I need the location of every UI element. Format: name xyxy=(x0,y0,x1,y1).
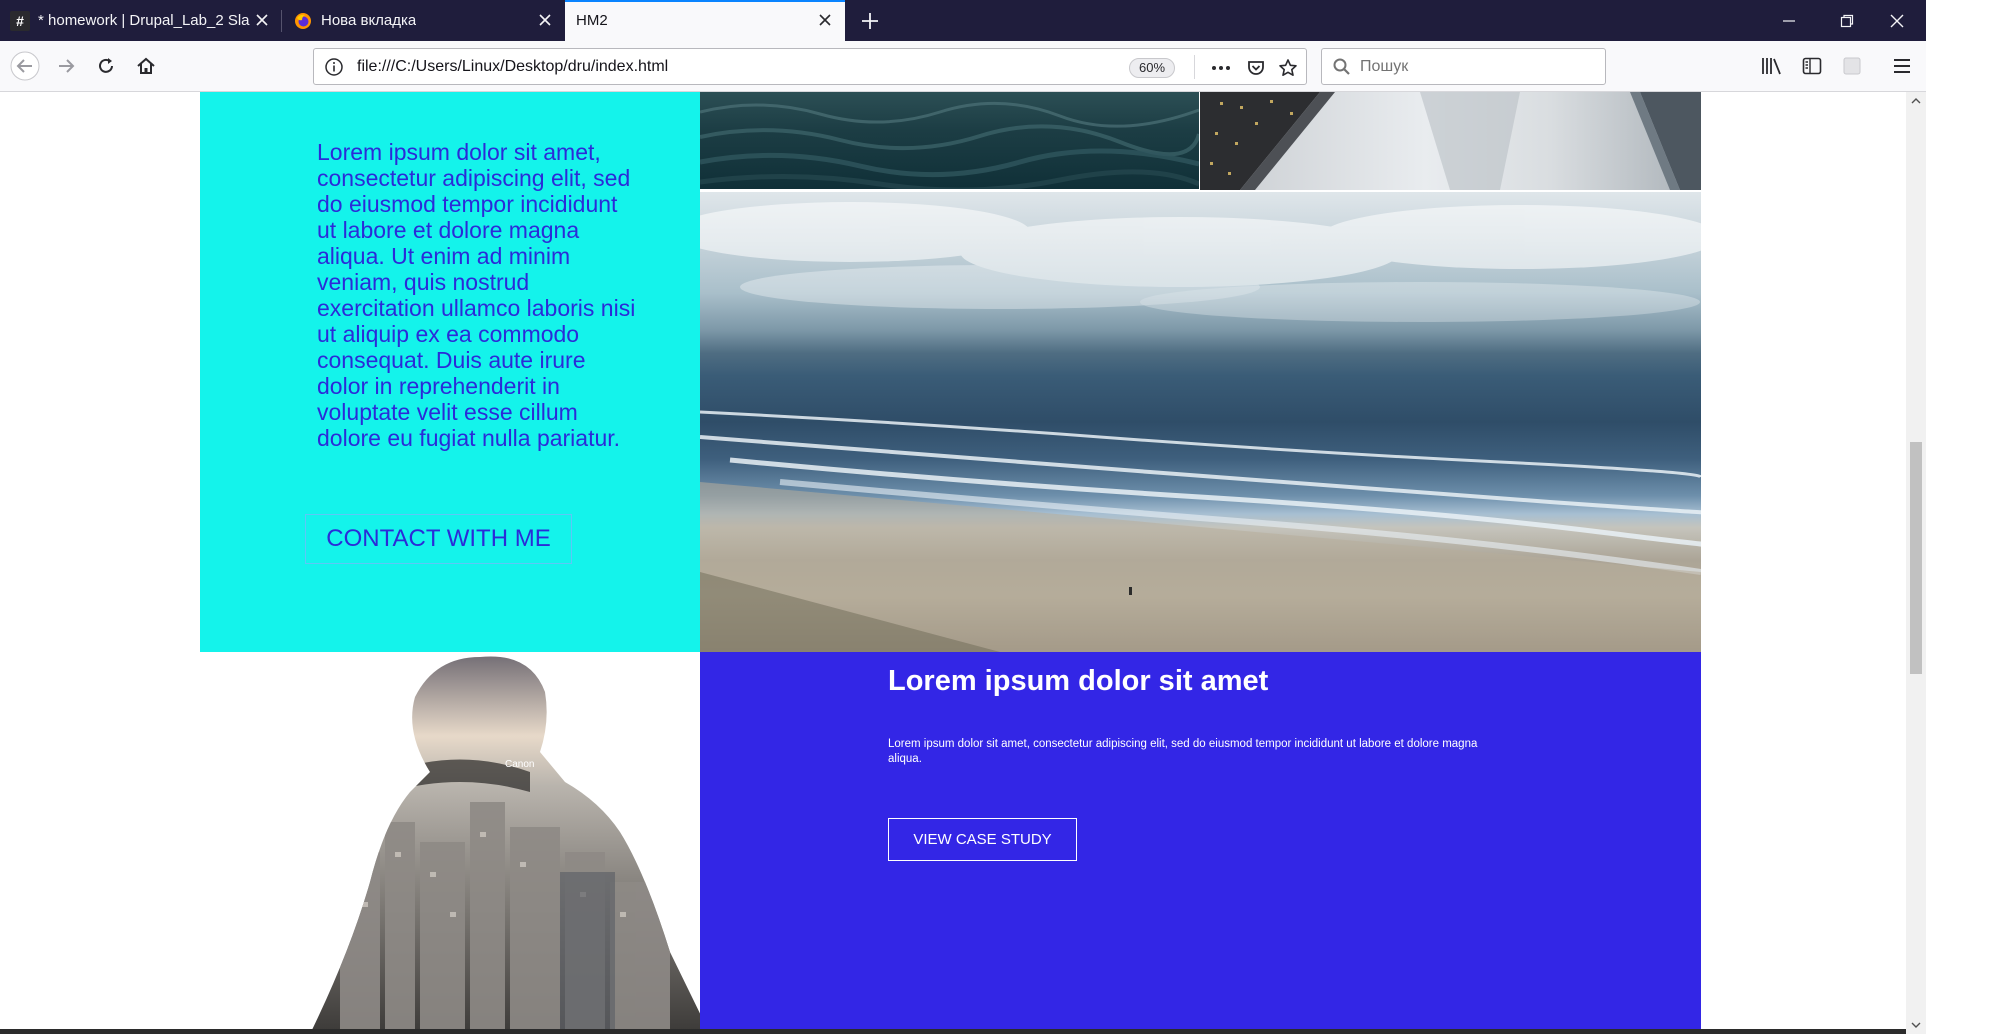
tab-bar: # * homework | Drupal_Lab_2 Sla Нова вкл… xyxy=(0,0,1926,41)
contact-button[interactable]: CONTACT WITH ME xyxy=(305,514,572,564)
minimize-icon xyxy=(1783,19,1795,22)
case-study-panel xyxy=(700,652,1701,1034)
forward-arrow-icon xyxy=(59,59,75,73)
close-window-button[interactable] xyxy=(1868,0,1926,41)
forward-button[interactable] xyxy=(49,49,83,83)
firefox-icon xyxy=(293,11,313,31)
navigation-toolbar: file:///C:/Users/Linux/Desktop/dru/index… xyxy=(0,41,1926,92)
star-icon xyxy=(1279,59,1297,76)
plus-icon xyxy=(862,13,878,29)
restore-icon xyxy=(1840,14,1854,27)
tab-homework[interactable]: # * homework | Drupal_Lab_2 Sla xyxy=(0,0,282,41)
close-tab-icon[interactable] xyxy=(815,10,835,30)
beach-ocean-photo xyxy=(700,192,1701,652)
tab-hm2-active[interactable]: HM2 xyxy=(565,0,845,41)
case-description: Lorem ipsum dolor sit amet, consectetur … xyxy=(888,738,1478,765)
double-exposure-portrait: Canon xyxy=(200,652,700,1034)
home-button[interactable] xyxy=(129,49,163,83)
search-input[interactable] xyxy=(1360,56,1590,78)
scroll-up-icon[interactable] xyxy=(1906,92,1926,110)
reload-button[interactable] xyxy=(89,49,123,83)
minimize-button[interactable] xyxy=(1760,0,1818,41)
new-tab-button[interactable] xyxy=(855,6,885,36)
tab-title: * homework | Drupal_Lab_2 Sla xyxy=(38,12,250,29)
hamburger-menu-icon xyxy=(1894,59,1910,73)
sea-waves-photo xyxy=(700,92,1199,189)
tab-new-tab[interactable]: Нова вкладка xyxy=(283,0,565,41)
desktop-margin xyxy=(1926,0,1998,1034)
sidebar-toggle-button[interactable] xyxy=(1795,49,1829,83)
page-viewport: Lorem ipsum dolor sit amet, consectetur … xyxy=(0,92,1906,1034)
pocket-button[interactable] xyxy=(1243,55,1269,81)
close-tab-icon[interactable] xyxy=(535,10,555,30)
close-tab-icon[interactable] xyxy=(252,10,272,30)
library-icon xyxy=(1762,58,1781,75)
page-actions-button[interactable] xyxy=(1208,55,1234,81)
home-icon xyxy=(137,57,155,74)
scroll-down-icon[interactable] xyxy=(1906,1016,1926,1034)
url-bar[interactable]: file:///C:/Users/Linux/Desktop/dru/index… xyxy=(313,48,1307,85)
pocket-icon xyxy=(1248,61,1264,75)
back-arrow-icon xyxy=(10,51,40,81)
search-icon xyxy=(1332,57,1352,77)
more-dots-icon xyxy=(1212,66,1230,70)
menu-button[interactable] xyxy=(1885,49,1919,83)
url-text[interactable]: file:///C:/Users/Linux/Desktop/dru/index… xyxy=(357,58,668,76)
info-icon[interactable] xyxy=(324,57,344,77)
search-bar[interactable] xyxy=(1321,48,1606,85)
hash-icon: # xyxy=(10,10,30,31)
extension-button[interactable] xyxy=(1835,49,1869,83)
skyscraper-fog-photo xyxy=(1200,92,1701,190)
scrollbar-thumb[interactable] xyxy=(1910,442,1922,674)
camera-brand-label: Canon xyxy=(505,759,534,770)
url-bar-divider xyxy=(1194,55,1195,79)
tab-title: Нова вкладка xyxy=(321,12,417,29)
case-title: Lorem ipsum dolor sit amet xyxy=(888,665,1269,697)
zoom-indicator[interactable]: 60% xyxy=(1129,58,1176,78)
library-button[interactable] xyxy=(1755,49,1789,83)
view-case-study-button[interactable]: VIEW CASE STUDY xyxy=(888,818,1077,861)
sidebar-icon xyxy=(1802,57,1822,75)
close-icon xyxy=(1890,14,1904,27)
reload-icon xyxy=(99,58,113,73)
extension-icon xyxy=(1843,57,1861,75)
bookmark-star-button[interactable] xyxy=(1275,55,1301,81)
vertical-scrollbar[interactable] xyxy=(1906,92,1926,1034)
taskbar-edge xyxy=(0,1029,1906,1034)
tab-title: HM2 xyxy=(576,12,608,29)
back-button[interactable] xyxy=(8,49,42,83)
hero-paragraph: Lorem ipsum dolor sit amet, consectetur … xyxy=(317,139,636,451)
